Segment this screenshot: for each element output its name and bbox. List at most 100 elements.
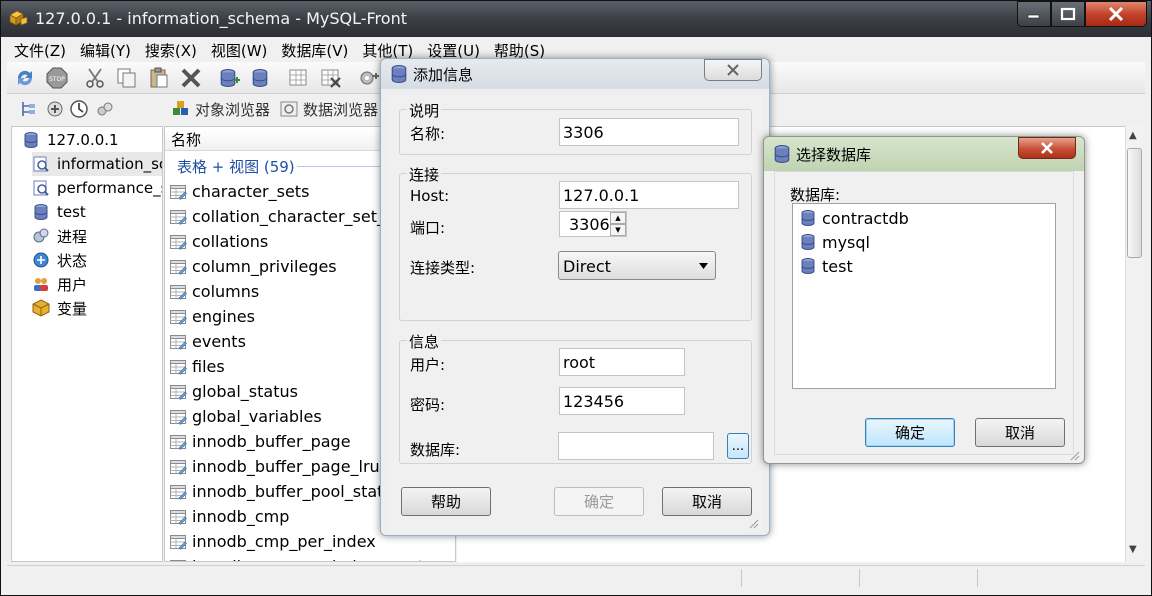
- resize-grip-icon[interactable]: [1070, 451, 1080, 461]
- minimize-button[interactable]: [1017, 1, 1051, 27]
- tree-item-variables[interactable]: 变量: [32, 296, 162, 320]
- menu-database[interactable]: 数据库(V): [274, 40, 355, 61]
- database-list-label: 数据库:: [790, 186, 841, 204]
- description-group-title: 说明: [407, 100, 442, 121]
- list-item[interactable]: global_status: [169, 379, 298, 404]
- scroll-down-icon[interactable]: ▼: [1129, 544, 1137, 555]
- list-item[interactable]: character_sets: [169, 179, 309, 204]
- tree-item-information-schema[interactable]: information_schema: [32, 152, 162, 176]
- new-database-icon[interactable]: [217, 66, 241, 90]
- add-dialog-close-button[interactable]: [704, 59, 762, 81]
- vertical-scrollbar[interactable]: ▲ ▼: [1125, 126, 1143, 562]
- select-cancel-button[interactable]: 取消: [975, 418, 1065, 447]
- delete-table-icon[interactable]: [319, 66, 343, 90]
- port-stepper[interactable]: 3306 ▲ ▼: [559, 211, 627, 237]
- user-input[interactable]: [559, 348, 685, 376]
- database-icon: [774, 145, 790, 163]
- status-separator: [859, 569, 860, 587]
- table-icon: [169, 383, 187, 401]
- menu-view[interactable]: 视图(W): [204, 40, 275, 61]
- database-input[interactable]: [558, 432, 714, 460]
- filter-icon[interactable]: [45, 99, 65, 119]
- list-item[interactable]: innodb_cmp_per_index_reset: [169, 554, 424, 561]
- data-browser-button[interactable]: 数据浏览器: [279, 98, 378, 120]
- database-tree: 127.0.0.1 information_schema performance…: [11, 126, 163, 562]
- window-title: 127.0.0.1 - information_schema - MySQL-F…: [35, 9, 407, 28]
- help-button[interactable]: 帮助: [401, 487, 491, 516]
- list-item[interactable]: global_variables: [169, 404, 322, 429]
- select-database-dialog: 选择数据库 数据库: contractdb mysql test 确定 取消: [763, 136, 1085, 464]
- list-item-label: global_variables: [192, 407, 322, 426]
- database-list-item[interactable]: mysql: [801, 230, 870, 254]
- host-input[interactable]: [559, 181, 739, 209]
- list-item[interactable]: innodb_buffer_page_lru: [169, 454, 380, 479]
- tree-item-test[interactable]: test: [32, 200, 162, 224]
- database-list-item[interactable]: test: [801, 254, 853, 278]
- scrollbar-thumb[interactable]: [1127, 148, 1142, 258]
- connection-type-select[interactable]: Direct: [558, 251, 716, 280]
- resize-grip-icon[interactable]: [749, 519, 759, 529]
- list-item[interactable]: columns: [169, 279, 259, 304]
- select-ok-button[interactable]: 确定: [865, 418, 955, 447]
- name-label: 名称:: [410, 125, 446, 143]
- table-icon: [169, 183, 187, 201]
- data-browser-icon: [280, 101, 298, 117]
- close-window-button[interactable]: [1085, 1, 1147, 27]
- tree-item-status[interactable]: 状态: [32, 248, 162, 272]
- db-dialog-close-button[interactable]: [1018, 137, 1076, 159]
- copy-icon[interactable]: [115, 66, 139, 90]
- menu-edit[interactable]: 编辑(Y): [73, 40, 138, 61]
- db-dialog-title-bar[interactable]: 选择数据库: [764, 137, 1084, 171]
- title-bar[interactable]: 127.0.0.1 - information_schema - MySQL-F…: [1, 1, 1151, 37]
- name-input[interactable]: [559, 118, 739, 146]
- database-list-item[interactable]: contractdb: [801, 206, 909, 230]
- ok-button-disabled[interactable]: 确定: [554, 487, 644, 516]
- database-name: test: [822, 256, 853, 276]
- scroll-up-icon[interactable]: ▲: [1129, 130, 1137, 141]
- port-label: 端口:: [410, 219, 446, 237]
- paste-icon[interactable]: [147, 66, 171, 90]
- tree-root-host[interactable]: 127.0.0.1: [22, 128, 162, 152]
- list-item[interactable]: innodb_cmp_per_index: [169, 529, 376, 554]
- menu-file[interactable]: 文件(Z): [7, 40, 73, 61]
- database-name: mysql: [822, 232, 870, 252]
- refresh-icon[interactable]: [13, 66, 37, 90]
- object-browser-icon: [173, 101, 188, 115]
- list-item[interactable]: files: [169, 354, 225, 379]
- menu-search[interactable]: 搜索(X): [138, 40, 204, 61]
- status-bar: [7, 565, 1145, 589]
- browse-database-button[interactable]: ...: [727, 433, 749, 459]
- list-item[interactable]: collations: [169, 229, 268, 254]
- database-icon: [34, 204, 48, 220]
- properties-icon[interactable]: [357, 66, 381, 90]
- object-browser-button[interactable]: 对象浏览器: [171, 98, 270, 120]
- list-item[interactable]: engines: [169, 304, 255, 329]
- list-item[interactable]: innodb_buffer_page: [169, 429, 351, 454]
- port-decrement-button[interactable]: ▼: [610, 224, 626, 236]
- tree-item-performance-schema[interactable]: performance_schema: [32, 176, 162, 200]
- tree-item-processes[interactable]: 进程: [32, 224, 162, 248]
- port-increment-button[interactable]: ▲: [610, 212, 626, 224]
- tree-view-icon[interactable]: [19, 99, 39, 119]
- list-item[interactable]: innodb_cmp: [169, 504, 289, 529]
- history-icon[interactable]: [69, 99, 89, 119]
- list-item-label: innodb_buffer_pool_stats: [192, 482, 392, 501]
- port-value: 3306: [569, 215, 610, 234]
- list-item[interactable]: innodb_buffer_pool_stats: [169, 479, 392, 504]
- stop-icon[interactable]: STOP: [45, 66, 69, 90]
- bookmark-icon[interactable]: [95, 99, 115, 119]
- delete-icon[interactable]: [179, 66, 203, 90]
- delete-database-icon[interactable]: [249, 66, 273, 90]
- table-icon: [169, 358, 187, 376]
- new-table-icon[interactable]: [287, 66, 311, 90]
- database-list[interactable]: contractdb mysql test: [792, 203, 1056, 389]
- tree-item-users[interactable]: 用户: [32, 272, 162, 296]
- list-item-label: events: [192, 332, 246, 351]
- list-item[interactable]: events: [169, 329, 246, 354]
- cancel-button[interactable]: 取消: [662, 487, 752, 516]
- list-item[interactable]: column_privileges: [169, 254, 337, 279]
- cut-icon[interactable]: [83, 66, 107, 90]
- maximize-button[interactable]: [1051, 1, 1085, 27]
- password-input[interactable]: [559, 387, 685, 415]
- add-dialog-title-bar[interactable]: 添加信息: [381, 59, 769, 89]
